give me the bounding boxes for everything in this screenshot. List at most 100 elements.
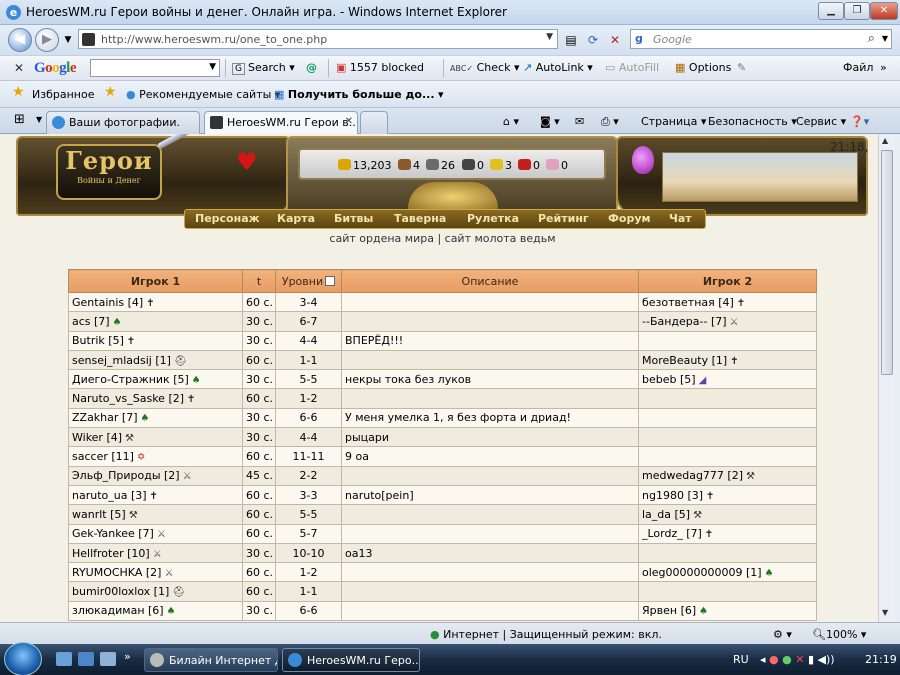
task-heroeswm[interactable]: HeroesWM.ru Геро... bbox=[282, 648, 420, 672]
add-favorite-icon[interactable]: ★ bbox=[104, 84, 117, 100]
menu-battles[interactable]: Битвы bbox=[334, 212, 373, 225]
file-menu[interactable]: Файл bbox=[843, 61, 873, 74]
player2-cell[interactable] bbox=[638, 388, 817, 409]
url-field[interactable]: http://www.heroeswm.ru/one_to_one.php ▼ bbox=[78, 29, 558, 49]
feeds-icon[interactable]: ◙ ▾ bbox=[540, 115, 560, 128]
cell-text[interactable]: wanrlt [5] bbox=[72, 508, 126, 521]
tab-photos[interactable]: Ваши фотографии. bbox=[46, 111, 200, 134]
player2-cell[interactable] bbox=[638, 446, 817, 467]
player2-cell[interactable]: la_da [5] ⚒ bbox=[638, 504, 817, 525]
potion-icon[interactable] bbox=[632, 146, 654, 174]
cell-text[interactable]: Ярвен [6] bbox=[642, 604, 696, 617]
home-icon[interactable]: ⌂ ▾ bbox=[503, 115, 519, 128]
heart-icon[interactable]: ♥ bbox=[236, 148, 258, 176]
back-button[interactable]: ◀ bbox=[8, 28, 32, 52]
player1-cell[interactable]: Wiker [4] ⚒ bbox=[68, 427, 243, 448]
player2-cell[interactable]: _Lordz_ [7] ✝ bbox=[638, 523, 817, 544]
player1-cell[interactable]: Butrik [5] ✝ bbox=[68, 330, 243, 351]
cell-text[interactable]: --Бандера-- [7] bbox=[642, 315, 727, 328]
scroll-down-icon[interactable]: ▼ bbox=[882, 608, 888, 617]
cell-text[interactable]: RYUMOCHKA [2] bbox=[72, 566, 161, 579]
new-tab-button[interactable] bbox=[360, 111, 388, 134]
order-links[interactable]: сайт ордена мира | сайт молота ведьм bbox=[0, 232, 878, 245]
compat-view-icon[interactable]: ▤ bbox=[563, 32, 579, 48]
spiral-icon[interactable]: @ bbox=[306, 61, 317, 74]
cell-text[interactable]: _Lordz_ [7] bbox=[642, 527, 702, 540]
player1-cell[interactable]: злюкадиман [6] ♠ bbox=[68, 600, 243, 622]
player1-cell[interactable]: naruto_ua [3] ✝ bbox=[68, 484, 243, 506]
quicklaunch-icon[interactable] bbox=[78, 652, 94, 666]
refresh-icon[interactable]: ⟳ bbox=[585, 32, 601, 48]
menu-chat[interactable]: Чат bbox=[669, 212, 692, 225]
player2-cell[interactable] bbox=[638, 407, 817, 429]
player1-cell[interactable]: wanrlt [5] ⚒ bbox=[68, 504, 243, 525]
player1-cell[interactable]: saccer [11] ✡ bbox=[68, 446, 243, 467]
player1-cell[interactable]: ZZakhar [7] ♠ bbox=[68, 407, 243, 429]
tray-icons[interactable]: ◂ ● ● ✕ ▮ ◀)) bbox=[760, 653, 835, 666]
player1-cell[interactable]: RYUMOCHKA [2] ⚔ bbox=[68, 562, 243, 583]
tools-menu[interactable]: Сервис ▾ bbox=[796, 115, 846, 128]
player2-cell[interactable] bbox=[638, 330, 817, 351]
player1-cell[interactable]: Naruto_vs_Saske [2] ✝ bbox=[68, 388, 243, 409]
quick-tabs-icon[interactable]: ⊞ bbox=[14, 112, 25, 127]
menu-character[interactable]: Персонаж bbox=[195, 212, 260, 225]
scroll-thumb[interactable] bbox=[881, 150, 893, 375]
options-button[interactable]: ▦ Options bbox=[675, 61, 731, 74]
cell-text[interactable]: MoreBeauty [1] bbox=[642, 354, 727, 367]
player2-cell[interactable]: Ярвен [6] ♠ bbox=[638, 600, 817, 622]
search-button[interactable]: G Search ▾ bbox=[232, 61, 295, 75]
player2-cell[interactable]: bebeb [5] ◢ bbox=[638, 369, 817, 390]
recommended-sites[interactable]: ● Рекомендуемые сайты ▾ bbox=[126, 88, 280, 101]
player1-cell[interactable]: Hellfroter [10] ⚔ bbox=[68, 542, 243, 564]
quicklaunch-ie-icon[interactable] bbox=[100, 652, 116, 666]
tab-close-icon[interactable]: ✕ bbox=[345, 116, 353, 127]
show-desktop-icon[interactable] bbox=[56, 652, 72, 666]
get-more-addons[interactable]: ▦ Получить больше до... ▾ bbox=[274, 88, 444, 101]
cell-text[interactable]: bebeb [5] bbox=[642, 373, 696, 386]
player1-cell[interactable]: bumir00loxlox [1] ⛑ bbox=[68, 581, 243, 602]
player2-cell[interactable]: oleg00000000009 [1] ♠ bbox=[638, 562, 817, 583]
cell-text[interactable]: bumir00loxlox [1] bbox=[72, 585, 169, 598]
search-options-icon[interactable]: ▼ bbox=[882, 34, 888, 43]
history-dropdown-icon[interactable]: ▼ bbox=[60, 32, 76, 48]
player2-cell[interactable] bbox=[638, 427, 817, 448]
popup-blocker-button[interactable]: ▣ 1557 blocked bbox=[336, 61, 424, 74]
player1-cell[interactable]: Диего-Стражник [5] ♠ bbox=[68, 369, 243, 390]
task-beeline[interactable]: Билайн Интернет Д... bbox=[144, 648, 278, 672]
google-logo[interactable]: Google bbox=[34, 60, 77, 77]
zone-indicator[interactable]: ● Интернет | Защищенный режим: вкл. bbox=[430, 628, 662, 641]
cell-text[interactable]: злюкадиман [6] bbox=[72, 604, 164, 617]
player2-cell[interactable]: безответная [4] ✝ bbox=[638, 291, 817, 313]
player2-cell[interactable] bbox=[638, 581, 817, 602]
player1-cell[interactable]: acs [7] ♠ bbox=[68, 311, 243, 332]
cell-text[interactable]: acs [7] bbox=[72, 315, 110, 328]
cell-text[interactable]: Wiker [4] bbox=[72, 431, 122, 444]
favorites-star-icon[interactable]: ★ bbox=[12, 84, 25, 100]
cell-text[interactable]: medwedag777 [2] bbox=[642, 469, 743, 482]
player1-cell[interactable]: Gek-Yankee [7] ⚔ bbox=[68, 523, 243, 544]
forward-button[interactable]: ▶ bbox=[35, 28, 59, 52]
google-search-input[interactable]: ▼ bbox=[90, 59, 220, 77]
safety-menu[interactable]: Безопасность ▾ bbox=[708, 115, 797, 128]
menu-tavern[interactable]: Таверна bbox=[394, 212, 446, 225]
print-icon[interactable]: ⎙ ▾ bbox=[601, 115, 619, 129]
cell-text[interactable]: Hellfroter [10] bbox=[72, 547, 150, 560]
cell-text[interactable]: Диего-Стражник [5] bbox=[72, 373, 189, 386]
search-icon[interactable]: ⌕ bbox=[868, 31, 875, 46]
menu-rating[interactable]: Рейтинг bbox=[538, 212, 589, 225]
search-box[interactable]: g Google ⌕ ▼ bbox=[630, 29, 892, 49]
stop-icon[interactable]: ✕ bbox=[607, 32, 623, 48]
cell-text[interactable]: Эльф_Природы [2] bbox=[72, 469, 180, 482]
cell-text[interactable]: безответная [4] bbox=[642, 296, 734, 309]
cell-text[interactable]: oleg00000000009 [1] bbox=[642, 566, 762, 579]
player2-cell[interactable]: MoreBeauty [1] ✝ bbox=[638, 349, 817, 371]
cell-text[interactable]: la_da [5] bbox=[642, 508, 690, 521]
menu-roulette[interactable]: Рулетка bbox=[467, 212, 519, 225]
cell-text[interactable]: naruto_ua [3] bbox=[72, 489, 147, 502]
spell-check-button[interactable]: ABC✓ Check ▾ bbox=[450, 61, 519, 74]
url-dropdown-icon[interactable]: ▼ bbox=[546, 32, 553, 42]
tab-heroeswm[interactable]: HeroesWM.ru Герои в... ✕ bbox=[204, 111, 358, 135]
player2-cell[interactable]: medwedag777 [2] ⚒ bbox=[638, 465, 817, 486]
maximize-button[interactable]: ❐ bbox=[844, 2, 870, 20]
language-indicator[interactable]: RU bbox=[733, 653, 749, 666]
